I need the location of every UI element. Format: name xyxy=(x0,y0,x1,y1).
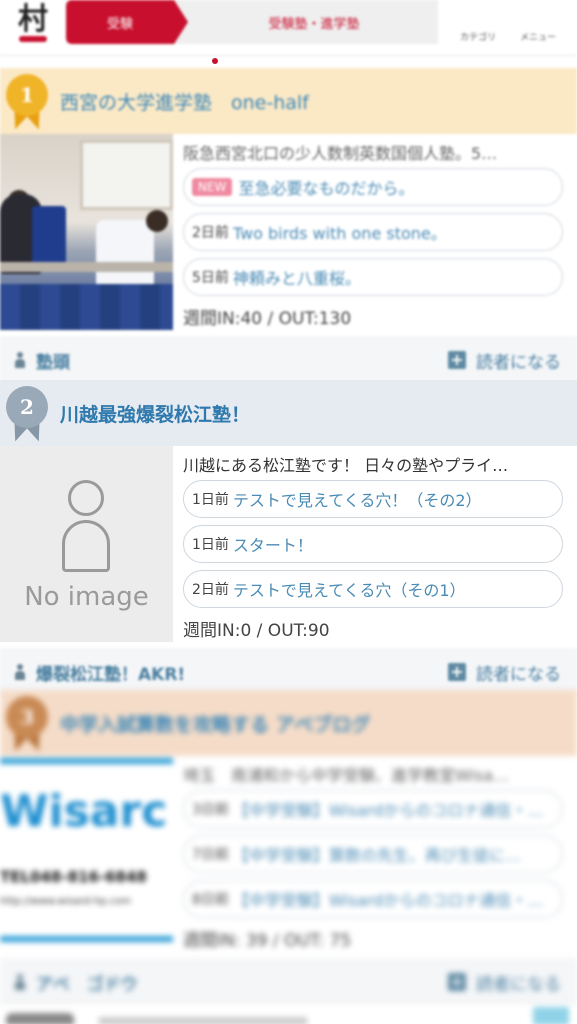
blog-description: 阪急西宮北口の少人数制英数国個人塾。5… xyxy=(183,144,498,163)
no-image-placeholder: No image xyxy=(0,446,173,642)
article-title: スタート！ xyxy=(232,536,313,555)
article-days: 2日前 xyxy=(192,582,229,598)
tab-cram-school[interactable]: 受験塾・進学塾 xyxy=(190,0,438,44)
article-days: 2日前 xyxy=(192,225,229,241)
article-link[interactable]: 5日前 神頼みと八重桜。 xyxy=(183,258,563,296)
blog-thumbnail[interactable]: No image xyxy=(0,446,173,642)
menu-icon xyxy=(527,4,549,26)
weekly-stats: 週間IN:40 / OUT:130 xyxy=(183,309,352,329)
subscribe-button[interactable]: + 読者になる xyxy=(448,648,561,696)
entry-header[interactable]: 2 川越最強爆裂松江塾！ xyxy=(0,380,577,446)
article-days: 8日前 xyxy=(192,892,229,908)
subscribe-button[interactable]: + 読者になる xyxy=(448,336,561,384)
entry-body: No image 川越にある松江塾です！ 日々の塾やプライ… 1日前 テストで見… xyxy=(0,446,577,712)
article-title: 至急必要なものだから。 xyxy=(238,179,415,198)
person-icon xyxy=(14,974,26,990)
site-logo[interactable]: 村 xyxy=(10,4,56,50)
article-link[interactable]: NEW 至急必要なものだから。 xyxy=(183,168,563,206)
article-link[interactable]: 7日前 【中学受験】算数の先生、再び生徒に… xyxy=(183,835,563,873)
article-days: 3日前 xyxy=(192,802,229,818)
article-title: テストで見えてくる穴！（その2） xyxy=(232,491,482,510)
rank-number: 1 xyxy=(6,74,48,116)
rank-number: 2 xyxy=(6,386,48,428)
banner-tel: TEL048-816-6848 xyxy=(0,868,147,886)
article-days: 1日前 xyxy=(192,492,229,508)
article-days: 7日前 xyxy=(192,847,229,863)
entry-footer: アベ ゴドウ + 読者になる xyxy=(0,958,577,1006)
next-entry-peek xyxy=(0,1004,577,1024)
new-badge: NEW xyxy=(192,178,233,196)
plus-icon: + xyxy=(448,351,466,369)
entry-footer: 爆裂松江塾！AKR! + 読者になる xyxy=(0,648,577,696)
subscribe-label: 読者になる xyxy=(476,974,561,995)
blog-title[interactable]: 川越最強爆裂松江塾！ xyxy=(60,380,250,446)
article-title: 神頼みと八重桜。 xyxy=(232,269,361,288)
bronze-medal-icon: 3 xyxy=(4,696,50,755)
school-banner: Wisarc TEL048-816-6848 http://www.wisard… xyxy=(0,756,173,952)
person-icon xyxy=(14,352,26,368)
article-title: 【中学受験】Wisardからのコロナ通信・… xyxy=(232,801,544,820)
top-header: 村 受験 受験塾・進学塾 カテゴリ メニュー xyxy=(0,0,577,56)
article-days: 5日前 xyxy=(192,270,229,286)
article-link[interactable]: 2日前 Two birds with one stone。 xyxy=(183,213,563,251)
category-button[interactable]: カテゴリ xyxy=(452,2,504,48)
owner-name: アベ ゴドウ xyxy=(36,974,138,995)
blog-thumbnail[interactable] xyxy=(0,134,173,330)
tab-indicator xyxy=(212,58,218,64)
owner-link[interactable]: 爆裂松江塾！AKR! xyxy=(14,648,185,696)
weekly-stats: 週間IN: 39 / OUT: 75 xyxy=(183,931,352,951)
blog-description: 川越にある松江塾です！ 日々の塾やプライ… xyxy=(183,456,509,475)
tab-exam[interactable]: 受験 xyxy=(66,0,188,44)
subscribe-button[interactable]: + 読者になる xyxy=(448,958,561,1006)
ad-badge[interactable] xyxy=(533,1007,569,1024)
subscribe-label: 読者になる xyxy=(476,664,561,685)
article-title: 【中学受験】算数の先生、再び生徒に… xyxy=(232,846,521,865)
article-link[interactable]: 1日前 テストで見えてくる穴！（その2） xyxy=(183,480,563,518)
weekly-stats: 週間IN:0 / OUT:90 xyxy=(183,621,330,641)
entry-header[interactable]: 1 西宮の大学進学塾 one-half xyxy=(0,68,577,134)
banner-url: http://www.wisard-hp.com xyxy=(0,896,131,907)
article-title: テストで見えてくる穴（その1） xyxy=(232,581,466,600)
plus-icon: + xyxy=(448,663,466,681)
menu-label: メニュー xyxy=(519,33,556,43)
entry-body: 阪急西宮北口の少人数制英数国個人塾。5… NEW 至急必要なものだから。 2日前… xyxy=(0,134,577,400)
article-days: 1日前 xyxy=(192,537,229,553)
silver-medal-icon: 2 xyxy=(4,386,50,445)
article-title: Two birds with one stone。 xyxy=(232,224,447,243)
category-tabs: 受験 受験塾・進学塾 xyxy=(66,0,438,44)
subscribe-label: 読者になる xyxy=(476,352,561,373)
grid-icon xyxy=(467,4,489,26)
banner-name: Wisarc xyxy=(0,786,168,837)
plus-icon: + xyxy=(448,973,466,991)
article-link[interactable]: 3日前 【中学受験】Wisardからのコロナ通信・… xyxy=(183,790,563,828)
menu-button[interactable]: メニュー xyxy=(512,2,564,48)
blog-thumbnail[interactable]: Wisarc TEL048-816-6848 http://www.wisard… xyxy=(0,756,173,952)
no-image-label: No image xyxy=(24,582,149,612)
blog-description: 埼玉 南浦和から中学受験、進学教室Wisa… xyxy=(183,766,510,785)
blog-title[interactable]: 中学入試算数を攻略する アベブログ xyxy=(60,690,370,756)
category-label: カテゴリ xyxy=(459,33,496,43)
owner-link[interactable]: 塾頭 xyxy=(14,336,70,384)
owner-name: 爆裂松江塾！AKR! xyxy=(36,664,186,685)
article-link[interactable]: 8日前 【中学受験】Wisardからのコロナ通信・… xyxy=(183,880,563,918)
owner-link[interactable]: アベ ゴドウ xyxy=(14,958,138,1006)
entry-header[interactable]: 3 中学入試算数を攻略する アベブログ xyxy=(0,690,577,756)
gold-medal-icon: 1 xyxy=(4,74,50,133)
entry-body: Wisarc TEL048-816-6848 http://www.wisard… xyxy=(0,756,577,1022)
blog-title[interactable]: 西宮の大学進学塾 one-half xyxy=(60,68,309,134)
person-placeholder-icon xyxy=(68,480,104,516)
entry-footer: 塾頭 + 読者になる xyxy=(0,336,577,384)
rank-number: 3 xyxy=(6,696,48,738)
person-icon xyxy=(14,664,26,680)
logo-text: 村 xyxy=(18,2,48,37)
classroom-photo xyxy=(0,134,173,330)
article-link[interactable]: 2日前 テストで見えてくる穴（その1） xyxy=(183,570,563,608)
article-title: 【中学受験】Wisardからのコロナ通信・… xyxy=(232,891,544,910)
owner-name: 塾頭 xyxy=(36,352,70,373)
article-link[interactable]: 1日前 スタート！ xyxy=(183,525,563,563)
